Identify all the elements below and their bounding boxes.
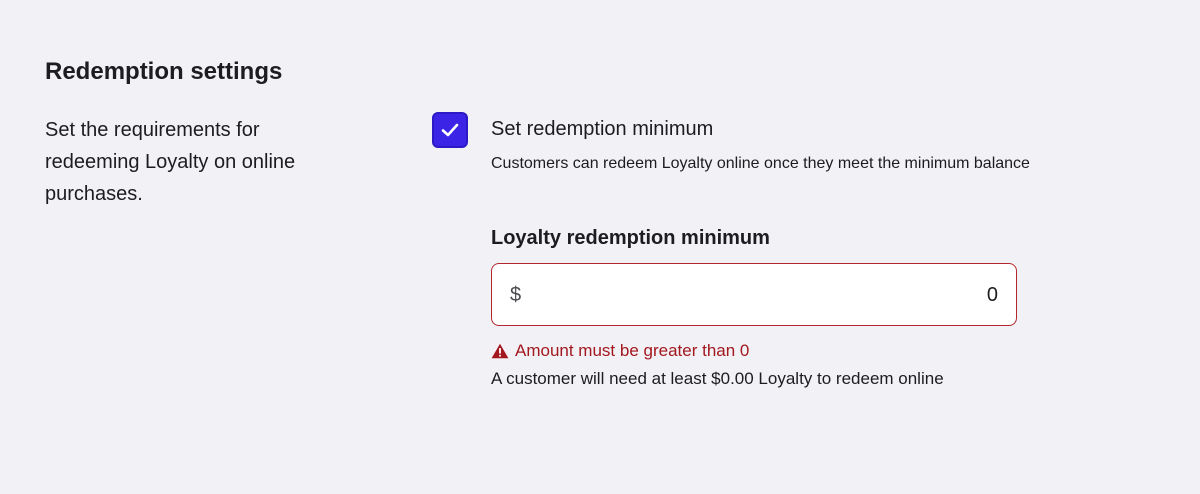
redemption-minimum-checkbox[interactable] (432, 112, 468, 148)
minimum-amount-input-box[interactable]: $ (491, 263, 1017, 326)
section-title: Redemption settings (45, 58, 283, 85)
section-description: Set the requirements for redeeming Loyal… (45, 119, 296, 205)
redemption-minimum-label[interactable]: Set redemption minimum (491, 116, 713, 142)
checkmark-icon (441, 123, 459, 137)
error-message: Amount must be greater than 0 (491, 340, 749, 362)
minimum-hint: A customer will need at least $0.00 Loya… (491, 369, 944, 388)
minimum-field-label: Loyalty redemption minimum (491, 227, 770, 249)
redemption-minimum-help: Customers can redeem Loyalty online once… (491, 155, 1030, 172)
minimum-amount-input[interactable] (578, 283, 998, 307)
currency-prefix: $ (510, 284, 522, 306)
warning-triangle-icon (491, 343, 509, 359)
error-text: Amount must be greater than 0 (515, 341, 750, 360)
